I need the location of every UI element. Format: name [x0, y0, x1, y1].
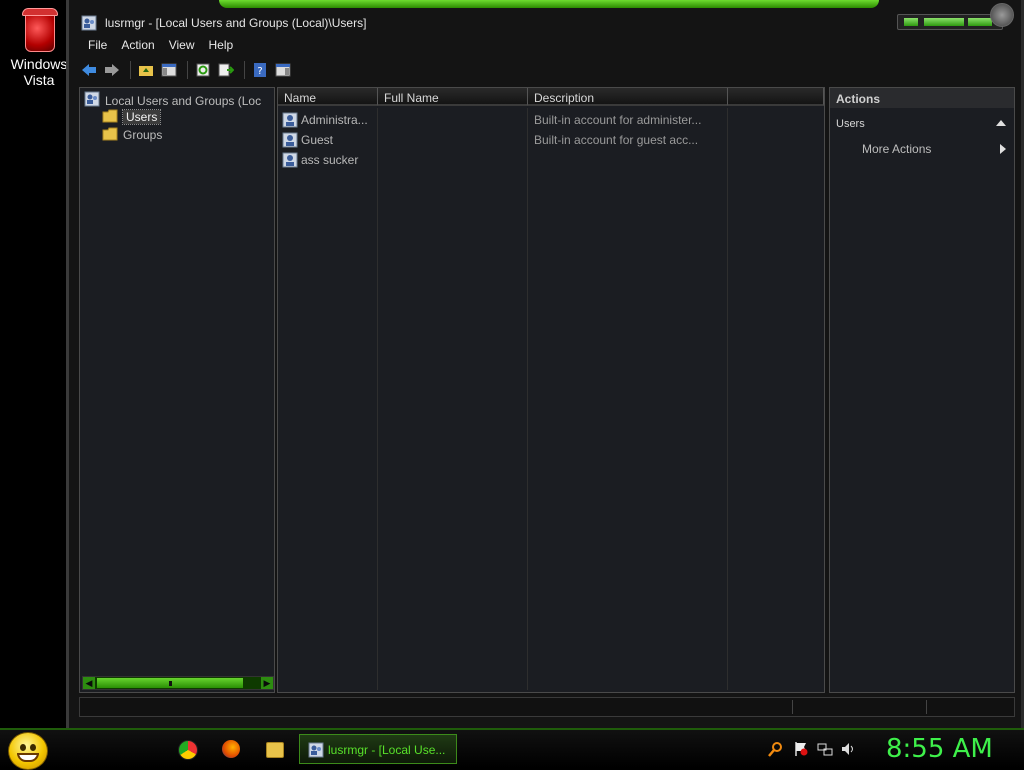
user-account-icon: [282, 132, 298, 148]
tree-item-label: Users: [121, 109, 162, 125]
taskbar-button-lusrmgr[interactable]: lusrmgr - [Local Use...: [299, 734, 457, 764]
table-row[interactable]: ass sucker: [278, 150, 824, 170]
column-header-extra[interactable]: [728, 88, 824, 106]
collapse-caret-icon[interactable]: [996, 120, 1006, 126]
user-account-icon: [282, 112, 298, 128]
column-divider: [527, 108, 528, 690]
maximize-button[interactable]: [924, 18, 964, 26]
actions-pane: Actions Users More Actions: [829, 87, 1015, 693]
menu-view[interactable]: View: [162, 36, 202, 56]
taskbar: lusrmgr - [Local Use... 8:55 AM: [0, 728, 1024, 770]
toolbar-separator: [244, 61, 245, 79]
scroll-left-button[interactable]: ◀: [83, 677, 95, 689]
users-app-icon: [308, 742, 324, 758]
show-hide-action-pane-button[interactable]: [273, 60, 293, 80]
column-header-name[interactable]: Name: [278, 88, 378, 106]
actions-header: Actions: [830, 88, 1014, 108]
menu-bar: File Action View Help: [81, 36, 240, 56]
window-knob-icon: [990, 3, 1014, 27]
action-center-flag-icon[interactable]: [793, 741, 809, 757]
scroll-thumb[interactable]: [97, 678, 243, 688]
minimize-button[interactable]: [904, 18, 918, 26]
forward-button[interactable]: [102, 60, 122, 80]
help-icon: ?: [254, 63, 266, 77]
forward-arrow-icon: [105, 64, 119, 76]
start-button[interactable]: [8, 732, 48, 770]
cell-description: Built-in account for guest acc...: [534, 133, 699, 147]
column-header-description[interactable]: Description: [528, 88, 728, 106]
taskbar-button-label: lusrmgr - [Local Use...: [328, 743, 446, 757]
lusrmgr-window: lusrmgr - [Local Users and Groups (Local…: [66, 0, 1024, 728]
users-app-icon: [84, 91, 100, 107]
more-actions-item[interactable]: More Actions: [862, 142, 931, 156]
chrome-icon[interactable]: [178, 740, 198, 760]
network-icon[interactable]: [817, 741, 833, 757]
menu-file[interactable]: File: [81, 36, 114, 56]
cell-name: ass sucker: [301, 153, 359, 167]
refresh-button[interactable]: [193, 60, 213, 80]
show-hide-tree-icon: [161, 63, 177, 77]
tree-item-groups[interactable]: Groups: [102, 127, 162, 142]
user-account-icon: [282, 152, 298, 168]
tree-item-label: Groups: [123, 128, 163, 142]
firefox-icon[interactable]: [222, 740, 240, 758]
users-app-icon: [81, 15, 97, 31]
cell-name: Guest: [301, 133, 334, 147]
scroll-right-button[interactable]: ▶: [261, 677, 273, 689]
actions-group-users[interactable]: Users: [836, 118, 865, 130]
show-hide-tree-button[interactable]: [159, 60, 179, 80]
results-list-pane: Name Full Name Description Administra...…: [277, 87, 825, 693]
folder-icon: [102, 109, 118, 123]
file-explorer-icon[interactable]: [266, 742, 284, 758]
tree-item-users[interactable]: Users: [102, 109, 162, 125]
menu-action[interactable]: Action: [114, 36, 161, 56]
desktop-icon-windows-vista[interactable]: Windows Vista: [8, 6, 70, 88]
window-top-accent: [219, 0, 879, 8]
column-divider: [377, 108, 378, 690]
title-bar[interactable]: lusrmgr - [Local Users and Groups (Local…: [69, 3, 1021, 36]
cell-description: Built-in account for administer...: [534, 113, 702, 127]
refresh-icon: [196, 63, 210, 77]
menu-help[interactable]: Help: [202, 36, 241, 56]
show-hide-action-pane-icon: [275, 63, 291, 77]
smiley-eye: [20, 744, 26, 751]
up-level-button[interactable]: [136, 60, 156, 80]
recycle-bin-icon: [22, 6, 58, 52]
volume-icon[interactable]: [841, 741, 857, 757]
toolbar-separator: [187, 61, 188, 79]
cell-name: Administra...: [301, 113, 368, 127]
svg-text:?: ?: [257, 66, 262, 77]
table-row[interactable]: Guest Built-in account for guest acc...: [278, 130, 824, 150]
window-controls[interactable]: [897, 3, 1014, 30]
column-divider: [727, 108, 728, 690]
export-list-button[interactable]: [216, 60, 236, 80]
submenu-arrow-icon[interactable]: [1000, 144, 1006, 154]
toolbar: ?: [79, 59, 296, 81]
console-tree-pane: Local Users and Groups (Loc Users Groups…: [79, 87, 275, 693]
tree-root-item[interactable]: Local Users and Groups (Loc: [84, 91, 261, 108]
up-folder-icon: [139, 66, 153, 76]
column-header-full-name[interactable]: Full Name: [378, 88, 528, 106]
toolbar-separator: [130, 61, 131, 79]
status-bar: [79, 697, 1015, 717]
back-button[interactable]: [79, 60, 99, 80]
table-row[interactable]: Administra... Built-in account for admin…: [278, 110, 824, 130]
back-arrow-icon: [82, 64, 96, 76]
export-list-icon: [218, 63, 234, 77]
taskbar-clock[interactable]: 8:55 AM: [886, 734, 993, 764]
close-button[interactable]: [968, 18, 992, 26]
tree-root-label: Local Users and Groups (Loc: [105, 94, 262, 108]
search-icon[interactable]: [768, 741, 784, 757]
smiley-eye: [30, 744, 36, 751]
desktop-icon-label: Windows Vista: [10, 56, 68, 88]
tree-horizontal-scrollbar[interactable]: ◀ ▶: [82, 676, 274, 690]
help-button[interactable]: ?: [250, 60, 270, 80]
window-title: lusrmgr - [Local Users and Groups (Local…: [105, 16, 367, 30]
smiley-mouth: [17, 753, 39, 762]
folder-icon: [102, 127, 118, 141]
